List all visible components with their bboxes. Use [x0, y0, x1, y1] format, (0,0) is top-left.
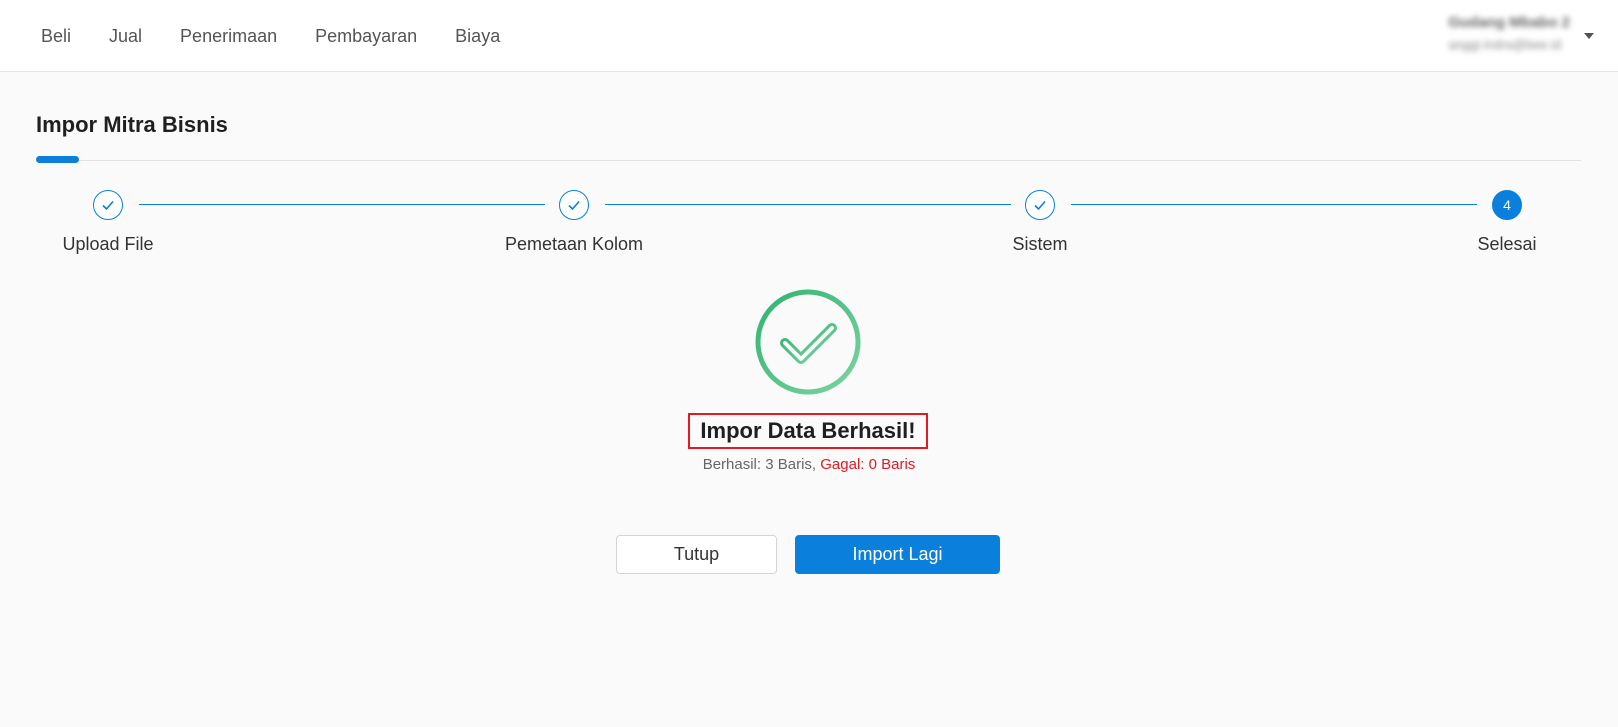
import-stepper: 4 Upload File Pemetaan Kolom Sistem Sele…: [0, 190, 1618, 270]
import-again-button[interactable]: Import Lagi: [795, 535, 1000, 574]
step-connector: [1071, 204, 1477, 205]
title-accent-bar: [36, 156, 79, 163]
success-count-text: Berhasil: 3 Baris,: [702, 456, 817, 473]
nav-item-jual[interactable]: Jual: [90, 26, 161, 47]
step-label-pemetaan-kolom: Pemetaan Kolom: [504, 234, 644, 254]
main-nav: Beli Jual Penerimaan Pembayaran Biaya: [22, 0, 519, 72]
result-title: Impor Data Berhasil!: [688, 413, 928, 449]
step-3-check-icon: [1025, 190, 1055, 220]
nav-item-beli[interactable]: Beli: [22, 26, 90, 47]
step-label-sistem: Sistem: [1012, 234, 1068, 254]
nav-item-biaya[interactable]: Biaya: [436, 26, 519, 47]
step-4-number: 4: [1492, 190, 1522, 220]
nav-item-pembayaran[interactable]: Pembayaran: [296, 26, 436, 47]
title-divider: [36, 160, 1581, 161]
close-button[interactable]: Tutup: [616, 535, 777, 574]
step-connector: [139, 204, 545, 205]
account-email: anggi.indra@bee.id: [1448, 37, 1562, 52]
step-label-selesai: Selesai: [1477, 234, 1537, 254]
success-check-icon: [754, 288, 862, 396]
nav-item-penerimaan[interactable]: Penerimaan: [161, 26, 296, 47]
step-1-check-icon: [93, 190, 123, 220]
result-summary: Berhasil: 3 Baris, Gagal: 0 Baris: [0, 456, 1618, 473]
account-menu[interactable]: Gudang Mbabo 2 anggi.indra@bee.id: [1448, 14, 1570, 52]
account-name: Gudang Mbabo 2: [1448, 14, 1570, 31]
page-title: Impor Mitra Bisnis: [36, 112, 228, 137]
step-label-upload-file: Upload File: [62, 234, 154, 254]
step-2-check-icon: [559, 190, 589, 220]
chevron-down-icon[interactable]: [1584, 33, 1594, 39]
step-connector: [605, 204, 1011, 205]
fail-count-text: Gagal: 0 Baris: [820, 456, 916, 473]
top-navbar: Beli Jual Penerimaan Pembayaran Biaya Gu…: [0, 0, 1618, 72]
